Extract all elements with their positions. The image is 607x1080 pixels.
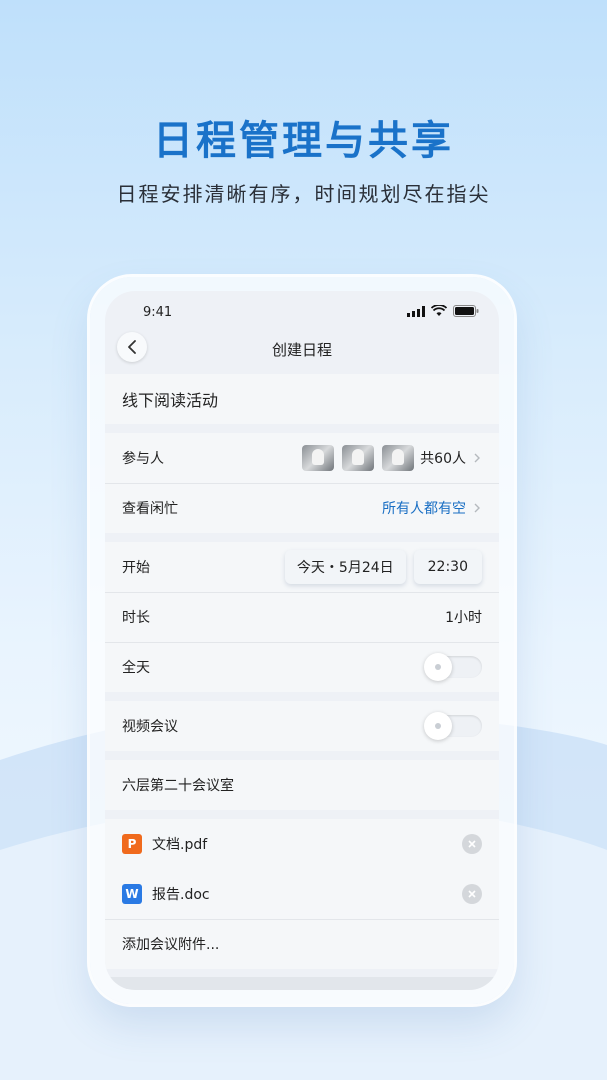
page-title: 创建日程 (271, 341, 332, 359)
avatar (342, 445, 375, 471)
status-time: 9:41 (143, 305, 173, 320)
availability-row[interactable]: 查看闲忙 所有人都有空 (105, 483, 499, 533)
battery-icon (453, 305, 479, 317)
start-time-button[interactable]: 22:30 (413, 550, 482, 584)
avatar (302, 445, 335, 471)
wifi-icon (431, 305, 447, 316)
participants-label: 参与人 (122, 451, 164, 467)
pdf-file-icon: P (122, 834, 142, 854)
phone-screen: 9:41 创建日程 线下阅读活动 参与人 共60人 查看闲忙 所有人都有空 开始… (105, 291, 499, 990)
start-label: 开始 (122, 560, 150, 576)
nav-bar: 创建日程 (105, 331, 499, 371)
chevron-right-icon (474, 503, 480, 513)
video-row: 视频会议 (105, 701, 499, 751)
add-attachment-button[interactable]: 添加会议附件... (105, 919, 499, 969)
location-value: 六层第二十会议室 (122, 778, 234, 794)
hero-title: 日程管理与共享 (153, 118, 454, 164)
remove-attachment-button[interactable] (462, 834, 482, 854)
attachment-item[interactable]: W 报告.doc (105, 869, 499, 919)
duration-label: 时长 (122, 610, 150, 626)
event-title-card: 线下阅读活动 (105, 374, 499, 424)
avatar (382, 445, 415, 471)
event-title-field[interactable]: 线下阅读活动 (105, 374, 499, 424)
availability-value: 所有人都有空 (382, 501, 466, 517)
hero-subtitle: 日程安排清晰有序，时间规划尽在指尖 (116, 182, 491, 206)
location-row[interactable]: 六层第二十会议室 (105, 760, 499, 810)
participants-card: 参与人 共60人 查看闲忙 所有人都有空 (105, 433, 499, 533)
remove-attachment-button[interactable] (462, 884, 482, 904)
close-icon (468, 840, 476, 848)
location-card: 六层第二十会议室 (105, 760, 499, 810)
event-title-text: 线下阅读活动 (122, 391, 219, 410)
close-icon (468, 890, 476, 898)
chevron-right-icon (474, 453, 480, 463)
all-day-toggle[interactable] (424, 653, 482, 681)
word-file-icon: W (122, 884, 142, 904)
attachment-name: 报告.doc (152, 887, 210, 903)
participants-count: 共60人 (420, 451, 466, 467)
all-day-label: 全天 (122, 660, 150, 676)
video-toggle[interactable] (424, 712, 482, 740)
attachment-name: 文档.pdf (152, 837, 208, 853)
attachments-card: P 文档.pdf W 报告.doc 添加会议附件... (105, 819, 499, 969)
all-day-row: 全天 (105, 642, 499, 692)
duration-row[interactable]: 时长 1小时 (105, 592, 499, 642)
availability-label: 查看闲忙 (122, 501, 178, 517)
start-date-button[interactable]: 今天・5月24日 (284, 550, 406, 584)
card-footer-strip (105, 977, 499, 990)
schedule-card: 开始 今天・5月24日 22:30 时长 1小时 全天 (105, 542, 499, 692)
video-card: 视频会议 (105, 701, 499, 751)
video-label: 视频会议 (122, 719, 178, 735)
start-row: 开始 今天・5月24日 22:30 (105, 542, 499, 592)
add-attachment-label: 添加会议附件... (122, 937, 220, 953)
attachment-item[interactable]: P 文档.pdf (105, 819, 499, 869)
phone-frame: 9:41 创建日程 线下阅读活动 参与人 共60人 查看闲忙 所有人都有空 开始… (90, 277, 514, 1004)
status-bar: 9:41 (105, 291, 499, 331)
duration-value: 1小时 (445, 610, 482, 626)
participants-row[interactable]: 参与人 共60人 (105, 433, 499, 483)
signal-icon (407, 305, 425, 317)
